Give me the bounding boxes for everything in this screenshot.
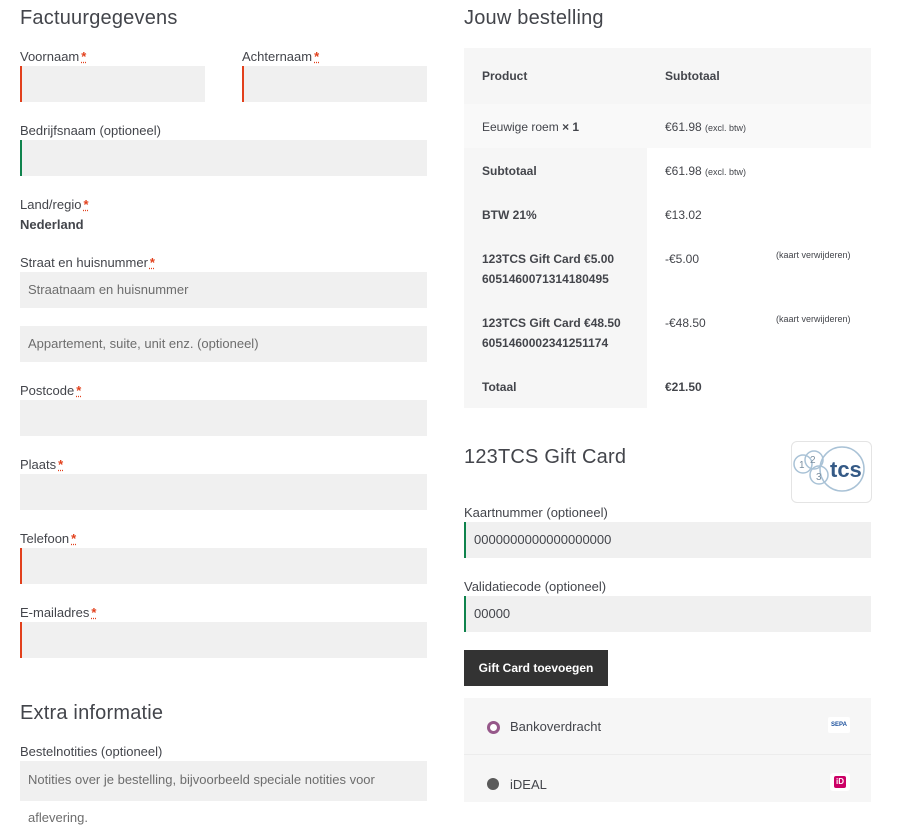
- giftcard-1-title: 123TCS Gift Card €5.00: [482, 252, 615, 266]
- first-name-label: Voornaam *: [20, 49, 87, 64]
- validation-code-label: Validatiecode (optioneel): [464, 579, 607, 594]
- email-field[interactable]: [20, 622, 427, 658]
- tax-value: €13.02: [665, 208, 702, 222]
- giftcard-title: 123TCS Gift Card: [464, 446, 627, 468]
- item-name: Eeuwige roem × 1: [482, 120, 580, 134]
- giftcard-1-remove-link[interactable]: (kaart verwijderen): [776, 250, 851, 260]
- email-label: E-mailadres *: [20, 605, 97, 620]
- notes-label: Bestelnotities (optioneel): [20, 744, 163, 759]
- subtotal-label: Subtotaal: [482, 164, 537, 178]
- col-product: Product: [482, 69, 528, 83]
- validation-code-field[interactable]: 00000: [464, 596, 871, 632]
- item-price: €61.98 (excl. btw): [665, 120, 747, 134]
- payment-method-ideal[interactable]: iDEAL iD: [464, 754, 871, 803]
- payment-method-bank-label: Bankoverdracht: [510, 719, 602, 734]
- last-name-field[interactable]: [242, 66, 427, 102]
- city-label: Plaats *: [20, 457, 64, 472]
- total-label: Totaal: [482, 380, 517, 394]
- country-label: Land/regio *: [20, 197, 89, 212]
- billing-title: Factuurgegevens: [20, 7, 178, 29]
- tcs-logo-icon: 1 2 3 tcs: [793, 446, 865, 492]
- giftcard-2-title: 123TCS Gift Card €48.50: [482, 316, 621, 330]
- giftcard-2-value: -€48.50: [665, 316, 706, 330]
- street-label: Straat en huisnummer *: [20, 255, 155, 270]
- add-giftcard-button[interactable]: Gift Card toevoegen: [464, 650, 608, 686]
- radio-selected-icon[interactable]: [487, 721, 500, 734]
- apartment-field[interactable]: Appartement, suite, unit enz. (optioneel…: [20, 326, 427, 362]
- sepa-icon: SEPA: [828, 717, 850, 733]
- extra-info-title: Extra informatie: [20, 702, 164, 724]
- tax-label: BTW 21%: [482, 208, 537, 222]
- subtotal-value: €61.98 (excl. btw): [665, 164, 747, 178]
- first-name-field[interactable]: [20, 66, 205, 102]
- postcode-field[interactable]: [20, 400, 427, 436]
- svg-text:tcs: tcs: [830, 457, 862, 482]
- radio-unselected-icon[interactable]: [487, 778, 499, 790]
- card-number-label: Kaartnummer (optioneel): [464, 505, 608, 520]
- city-field[interactable]: [20, 474, 427, 510]
- company-label: Bedrijfsnaam (optioneel): [20, 123, 161, 138]
- company-field[interactable]: [20, 140, 427, 176]
- card-number-field[interactable]: 0000000000000000000: [464, 522, 871, 558]
- street-field[interactable]: Straatnaam en huisnummer: [20, 272, 427, 308]
- order-notes-field[interactable]: Notities over je bestelling, bijvoorbeel…: [20, 761, 427, 825]
- giftcard-1-number: 6051460071314180495: [482, 272, 609, 286]
- last-name-label: Achternaam *: [242, 49, 320, 64]
- giftcard-1-value: -€5.00: [665, 252, 700, 266]
- total-value: €21.50: [665, 380, 702, 394]
- order-title: Jouw bestelling: [464, 7, 604, 29]
- payment-method-ideal-label: iDEAL: [510, 777, 547, 792]
- country-value: Nederland: [20, 217, 84, 232]
- phone-field[interactable]: [20, 548, 427, 584]
- giftcard-2-remove-link[interactable]: (kaart verwijderen): [776, 314, 851, 324]
- postcode-label: Postcode *: [20, 383, 82, 398]
- payment-methods: Bankoverdracht SEPA iDEAL iD: [464, 698, 871, 802]
- col-subtotal: Subtotaal: [665, 69, 720, 83]
- giftcard-2-number: 6051460002341251174: [482, 336, 609, 350]
- ideal-icon: iD: [830, 773, 850, 791]
- payment-method-bank[interactable]: Bankoverdracht SEPA: [464, 698, 871, 754]
- svg-text:2: 2: [810, 455, 816, 466]
- svg-text:1: 1: [799, 460, 805, 471]
- tcs-logo: 1 2 3 tcs: [791, 441, 872, 503]
- phone-label: Telefoon *: [20, 531, 77, 546]
- svg-text:3: 3: [816, 472, 822, 483]
